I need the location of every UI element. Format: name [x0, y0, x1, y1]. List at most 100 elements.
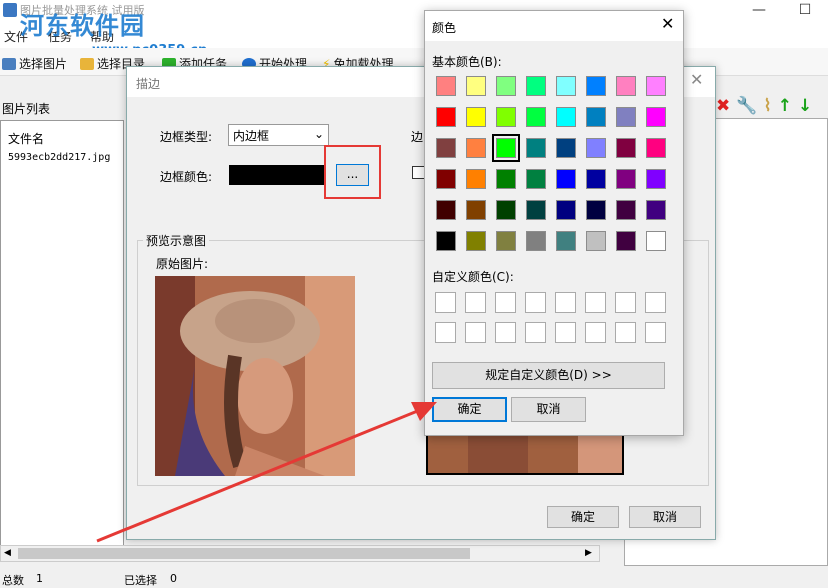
color-swatch[interactable] [646, 138, 666, 158]
color-swatch[interactable] [616, 200, 636, 220]
color-swatch[interactable] [492, 134, 520, 162]
color-swatch[interactable] [586, 138, 606, 158]
color-swatch[interactable] [496, 107, 516, 127]
color-swatch[interactable] [436, 231, 456, 251]
border-type-label: 边框类型: [160, 130, 213, 144]
total-label: 总数 [2, 574, 24, 587]
color-swatch[interactable] [616, 231, 636, 251]
original-image-label: 原始图片: [156, 257, 209, 271]
color-cancel-button[interactable]: 取消 [511, 397, 586, 422]
custom-color-slot[interactable] [525, 292, 546, 313]
move-down-icon[interactable]: ↓ [798, 96, 812, 116]
custom-color-slot[interactable] [585, 292, 606, 313]
color-swatch[interactable] [646, 200, 666, 220]
color-swatch[interactable] [556, 76, 576, 96]
color-ok-button[interactable]: 确定 [432, 397, 507, 422]
color-swatch[interactable] [556, 231, 576, 251]
chevron-down-icon: ⌄ [313, 127, 324, 141]
custom-color-slot[interactable] [465, 322, 486, 343]
color-swatch[interactable] [466, 107, 486, 127]
delete-icon[interactable]: ✖ [716, 96, 730, 116]
broom-icon[interactable]: ⌇ [763, 96, 771, 116]
color-swatch[interactable] [586, 169, 606, 189]
close-icon[interactable]: ✕ [690, 70, 703, 89]
close-icon[interactable]: ✕ [661, 14, 674, 33]
color-swatch[interactable] [526, 169, 546, 189]
color-swatch[interactable] [616, 76, 636, 96]
color-swatch[interactable] [436, 107, 456, 127]
color-swatch[interactable] [526, 138, 546, 158]
color-swatch[interactable] [556, 200, 576, 220]
select-image-button[interactable]: 选择图片 [2, 55, 67, 72]
color-swatch[interactable] [646, 107, 666, 127]
color-swatch[interactable] [436, 169, 456, 189]
custom-color-slot[interactable] [615, 322, 636, 343]
minimize-icon[interactable]: — [736, 0, 782, 22]
app-icon [3, 3, 17, 17]
color-swatch[interactable] [436, 138, 456, 158]
scrollbar-thumb[interactable] [18, 548, 470, 559]
selected-value: 0 [170, 572, 177, 585]
custom-color-slot[interactable] [585, 322, 606, 343]
selected-label: 已选择 [124, 574, 157, 587]
color-swatch[interactable] [436, 200, 456, 220]
color-swatch[interactable] [526, 200, 546, 220]
custom-color-slot[interactable] [495, 292, 516, 313]
option-label-fragment: 边 [411, 130, 424, 144]
color-swatch[interactable] [616, 138, 636, 158]
scroll-left-icon[interactable]: ◀ [4, 548, 11, 558]
color-swatch[interactable] [556, 169, 576, 189]
move-up-icon[interactable]: ↑ [778, 96, 792, 116]
color-swatch[interactable] [586, 200, 606, 220]
color-swatch[interactable] [496, 76, 516, 96]
image-list-label: 图片列表 [2, 102, 51, 116]
border-ok-button[interactable]: 确定 [547, 506, 619, 528]
border-color-preview [229, 165, 326, 185]
custom-color-slot[interactable] [465, 292, 486, 313]
define-custom-colors-button[interactable]: 规定自定义颜色(D) >> [432, 362, 665, 389]
task-toolbar: ✖ 🔧 ⌇ ↑ ↓ [716, 96, 812, 116]
color-swatch[interactable] [586, 231, 606, 251]
color-swatch[interactable] [526, 107, 546, 127]
color-swatch[interactable] [466, 138, 486, 158]
color-swatch[interactable] [436, 76, 456, 96]
custom-color-slot[interactable] [435, 292, 456, 313]
color-swatch[interactable] [556, 107, 576, 127]
custom-color-slot[interactable] [555, 292, 576, 313]
custom-color-slot[interactable] [645, 322, 666, 343]
color-swatch[interactable] [496, 169, 516, 189]
color-swatch[interactable] [466, 200, 486, 220]
border-cancel-button[interactable]: 取消 [629, 506, 701, 528]
color-swatch[interactable] [646, 231, 666, 251]
basic-colors-label: 基本颜色(B): [432, 55, 502, 69]
highlight-box [324, 145, 381, 199]
color-swatch[interactable] [466, 169, 486, 189]
list-item[interactable]: 5993ecb2dd217.jpg [8, 152, 110, 163]
custom-color-slot[interactable] [435, 322, 456, 343]
color-swatch[interactable] [466, 76, 486, 96]
color-swatch[interactable] [526, 231, 546, 251]
border-type-select[interactable]: 内边框 ⌄ [228, 124, 329, 146]
wrench-icon[interactable]: 🔧 [736, 96, 757, 116]
color-swatch[interactable] [556, 138, 576, 158]
image-list[interactable] [0, 120, 124, 550]
maximize-icon[interactable]: ☐ [782, 0, 828, 22]
custom-color-slot[interactable] [645, 292, 666, 313]
scroll-right-icon[interactable]: ▶ [585, 548, 592, 558]
color-swatch[interactable] [526, 76, 546, 96]
color-swatch[interactable] [586, 107, 606, 127]
column-filename[interactable]: 文件名 [8, 130, 44, 147]
color-swatch[interactable] [466, 231, 486, 251]
custom-color-slot[interactable] [555, 322, 576, 343]
color-swatch[interactable] [496, 200, 516, 220]
custom-color-slot[interactable] [615, 292, 636, 313]
color-swatch[interactable] [646, 76, 666, 96]
total-value: 1 [36, 572, 43, 585]
custom-color-slot[interactable] [525, 322, 546, 343]
color-swatch[interactable] [646, 169, 666, 189]
color-swatch[interactable] [496, 231, 516, 251]
custom-color-slot[interactable] [495, 322, 516, 343]
color-swatch[interactable] [616, 107, 636, 127]
color-swatch[interactable] [586, 76, 606, 96]
color-swatch[interactable] [616, 169, 636, 189]
